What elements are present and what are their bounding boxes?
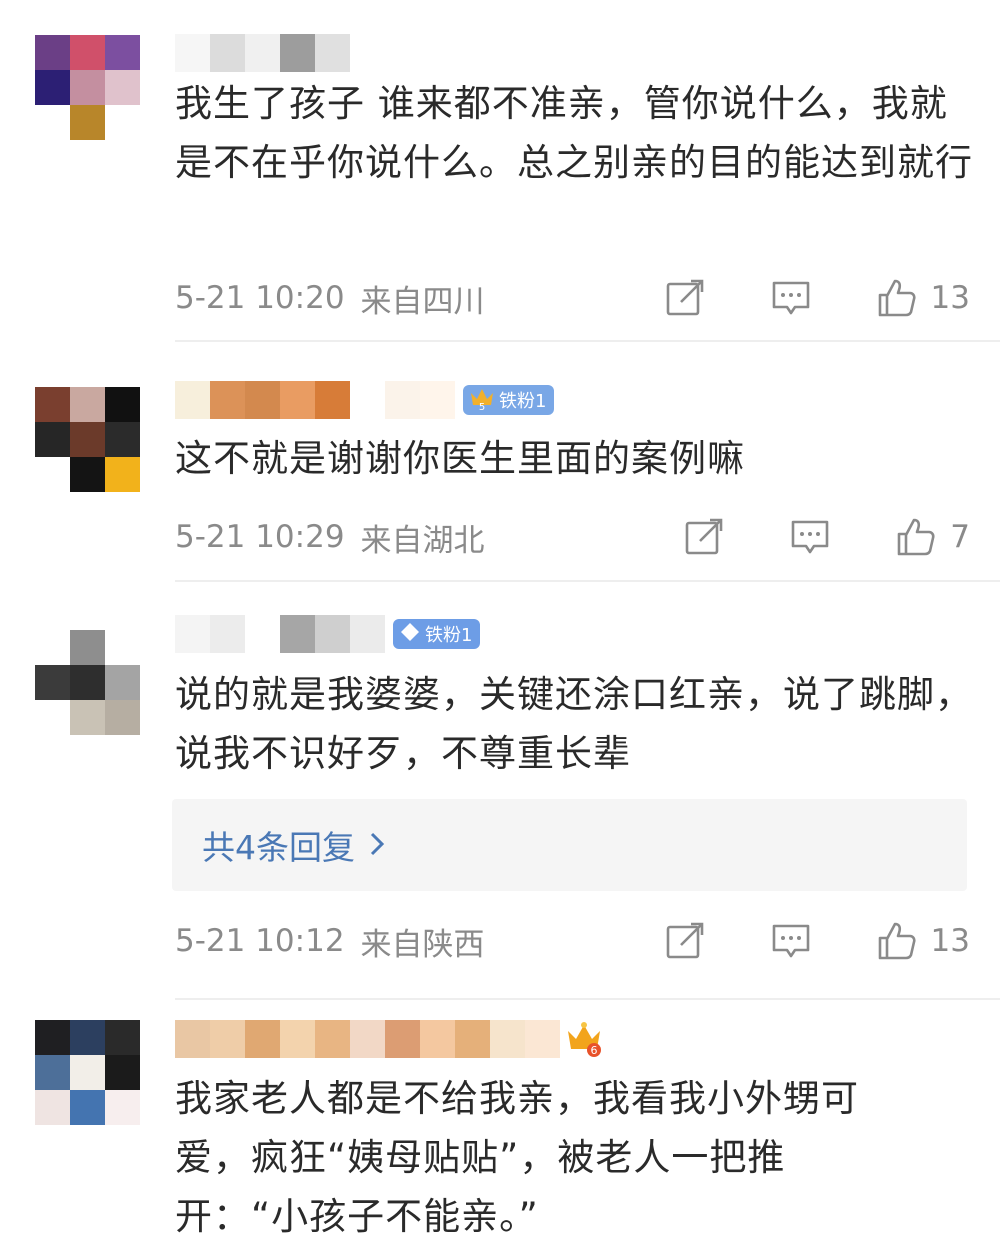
username-blurred [175, 1020, 560, 1058]
svg-text:6: 6 [591, 1044, 598, 1057]
crown-badge-icon: 6 [564, 1019, 604, 1059]
comment-text: 我家老人都是不给我亲，我看我小外甥可爱，疯狂“姨母贴贴”，被老人一把推开：“小孩… [175, 1077, 859, 1238]
avatar[interactable] [35, 1020, 140, 1125]
comment-item: 6 我家老人都是不给我亲，我看我小外甥可爱，疯狂“姨母贴贴”，被老人一把推开：“… [0, 0, 1000, 1247]
username[interactable]: 6 [175, 1019, 604, 1059]
